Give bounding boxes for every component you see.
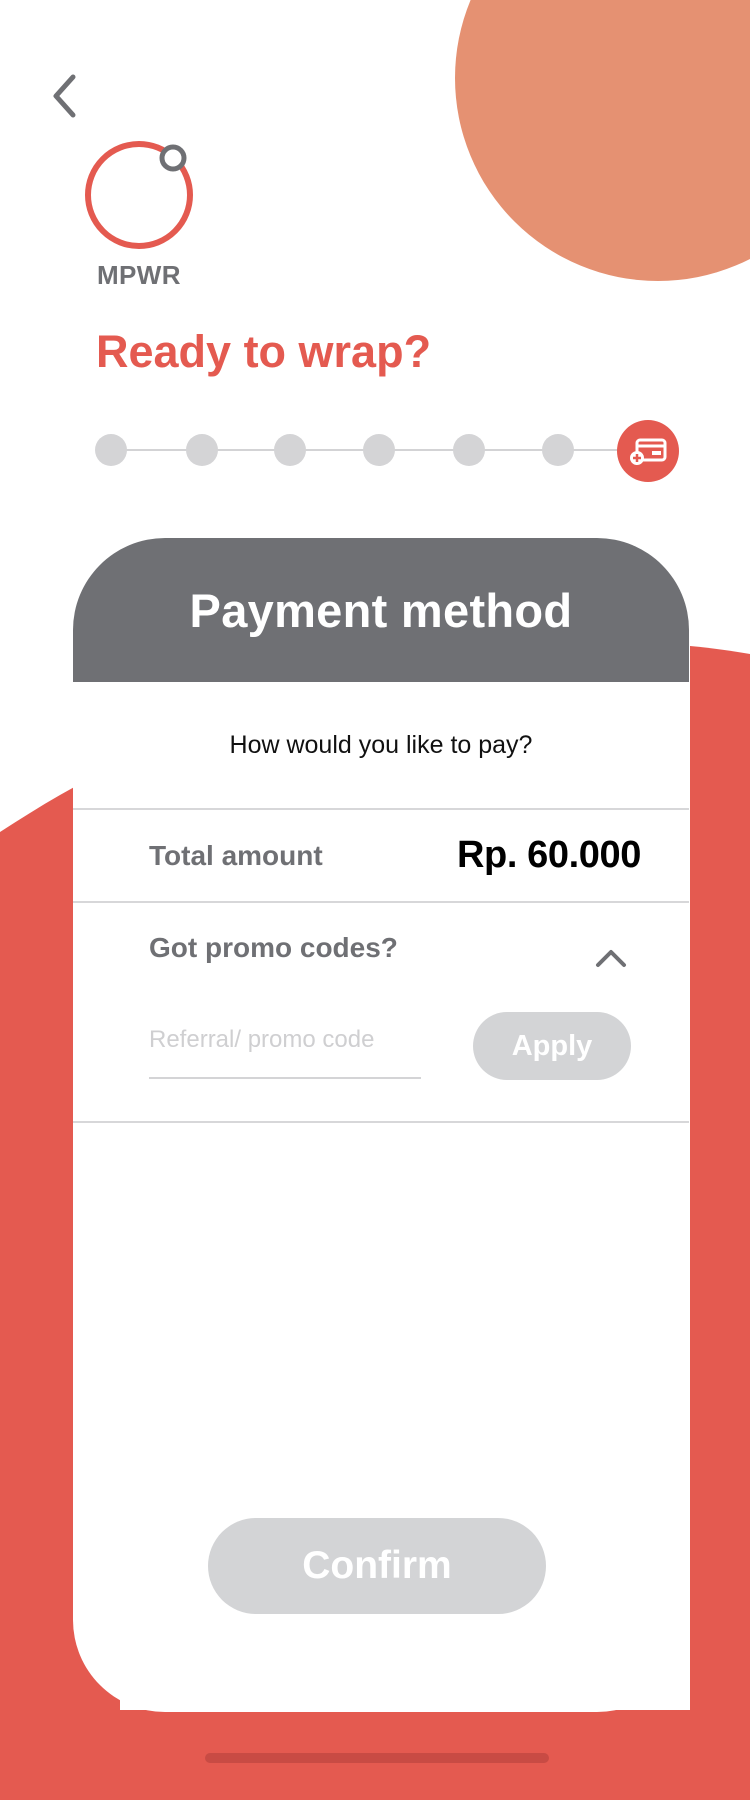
step-7-current bbox=[617, 420, 679, 482]
card-header: Payment method bbox=[73, 538, 689, 682]
home-indicator bbox=[205, 1753, 549, 1763]
promo-section: Got promo codes? Apply bbox=[73, 903, 689, 1123]
total-amount-label: Total amount bbox=[149, 839, 323, 871]
step-2-dot bbox=[186, 434, 218, 466]
page-title: Ready to wrap? bbox=[96, 326, 432, 377]
credit-card-add-icon bbox=[630, 438, 667, 465]
back-button[interactable] bbox=[40, 70, 88, 122]
chevron-up-icon bbox=[596, 950, 626, 967]
promo-code-input[interactable] bbox=[149, 1015, 421, 1079]
step-6-dot bbox=[542, 434, 574, 466]
chevron-left-icon bbox=[53, 74, 76, 118]
brand-ring-icon bbox=[85, 141, 193, 249]
promo-label: Got promo codes? bbox=[149, 932, 398, 963]
red-background-shape-right bbox=[690, 646, 750, 1800]
promo-collapse-button[interactable] bbox=[589, 941, 633, 975]
step-4-dot bbox=[363, 434, 395, 466]
progress-stepper bbox=[95, 420, 680, 482]
total-amount-row: Total amount Rp. 60.000 bbox=[73, 810, 689, 903]
peach-circle-decoration bbox=[455, 0, 750, 281]
step-1-dot bbox=[95, 434, 127, 466]
confirm-button[interactable]: Confirm bbox=[208, 1518, 546, 1614]
brand-logo: MPWR bbox=[82, 140, 202, 290]
total-amount-value: Rp. 60.000 bbox=[457, 834, 641, 876]
card-title: Payment method bbox=[189, 583, 573, 637]
step-5-dot bbox=[453, 434, 485, 466]
apply-button[interactable]: Apply bbox=[473, 1012, 631, 1080]
step-3-dot bbox=[274, 434, 306, 466]
brand-name: MPWR bbox=[97, 260, 181, 290]
payment-card: Payment method How would you like to pay… bbox=[73, 538, 689, 1712]
card-subtitle: How would you like to pay? bbox=[73, 682, 689, 810]
